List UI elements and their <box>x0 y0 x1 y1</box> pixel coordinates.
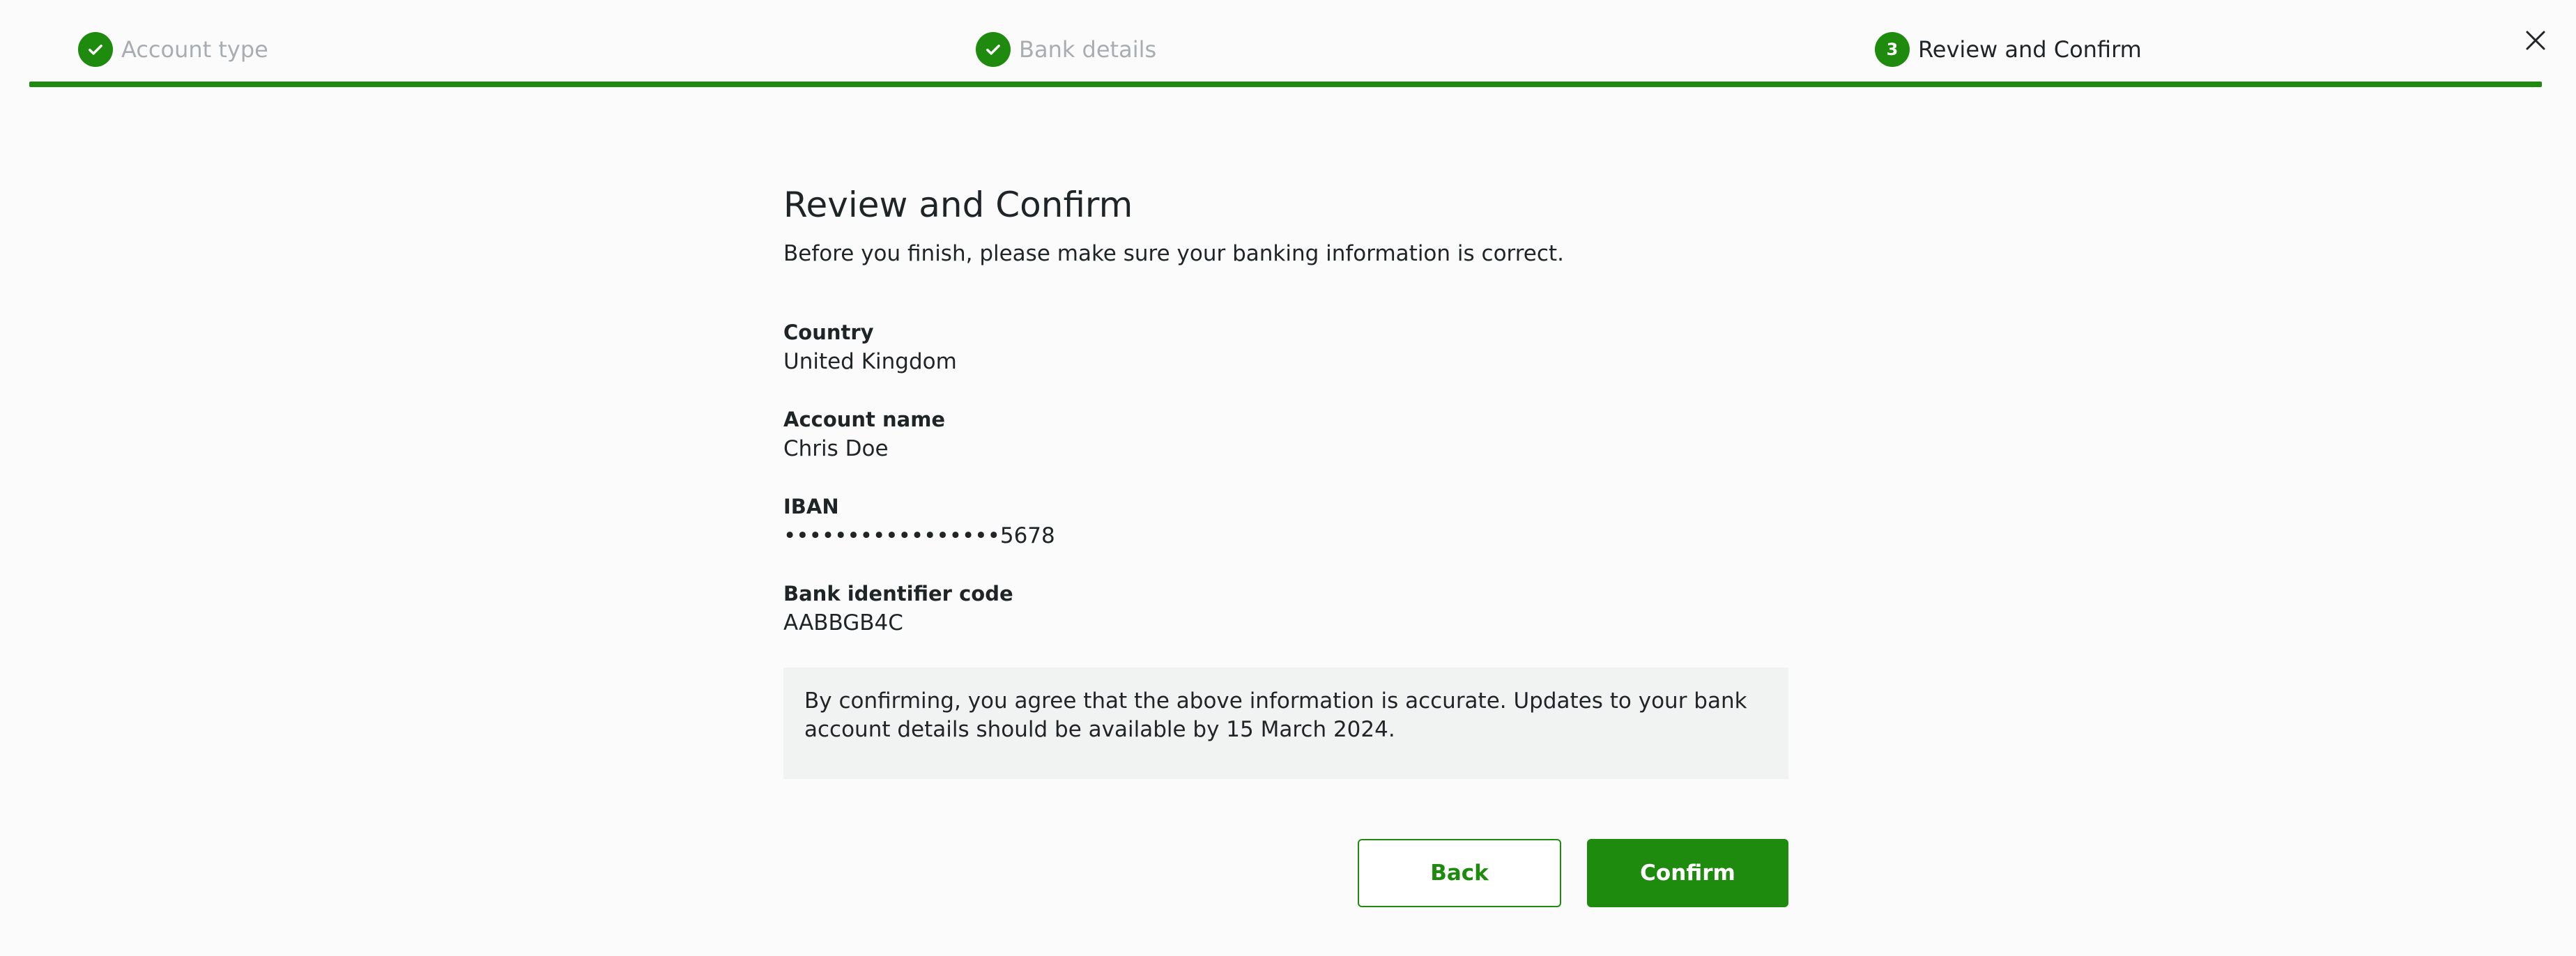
field-value: United Kingdom <box>783 349 957 374</box>
review-confirm-page: Account type Bank details 3 Review and C… <box>0 0 2576 956</box>
check-icon <box>78 32 113 67</box>
field-value: AABBGB4C <box>783 610 903 635</box>
bank-identifier-code-field: Bank identifier code AABBGB4C <box>783 580 1013 638</box>
review-section: Review and Confirm Before you finish, pl… <box>783 183 1788 907</box>
back-button[interactable]: Back <box>1358 839 1561 907</box>
field-label: IBAN <box>783 495 839 518</box>
field-label: Country <box>783 321 874 344</box>
field-value: •••••••••••••••••5678 <box>783 523 1055 548</box>
country-field: Country United Kingdom <box>783 319 957 376</box>
page-title: Review and Confirm <box>783 185 1133 225</box>
page-subtitle: Before you finish, please make sure your… <box>783 241 1564 266</box>
field-label: Account name <box>783 408 946 431</box>
close-button[interactable] <box>2520 25 2551 56</box>
field-label: Bank identifier code <box>783 582 1013 606</box>
step-number-badge: 3 <box>1875 32 1910 67</box>
step-review-confirm: 3 Review and Confirm <box>1875 32 2142 67</box>
progress-stepper: Account type Bank details 3 Review and C… <box>0 0 2576 89</box>
field-value: Chris Doe <box>783 436 889 461</box>
progress-bar <box>29 82 2542 87</box>
step-bank-details[interactable]: Bank details <box>976 32 1156 67</box>
confirm-button[interactable]: Confirm <box>1587 839 1788 907</box>
iban-field: IBAN •••••••••••••••••5678 <box>783 493 1055 550</box>
check-icon <box>976 32 1011 67</box>
step-label: Account type <box>121 36 268 63</box>
close-icon <box>2526 31 2545 50</box>
account-name-field: Account name Chris Doe <box>783 406 945 463</box>
step-account-type[interactable]: Account type <box>78 32 268 67</box>
confirmation-notice: By confirming, you agree that the above … <box>783 668 1788 779</box>
step-label: Review and Confirm <box>1918 36 2142 63</box>
step-label: Bank details <box>1019 36 1157 63</box>
